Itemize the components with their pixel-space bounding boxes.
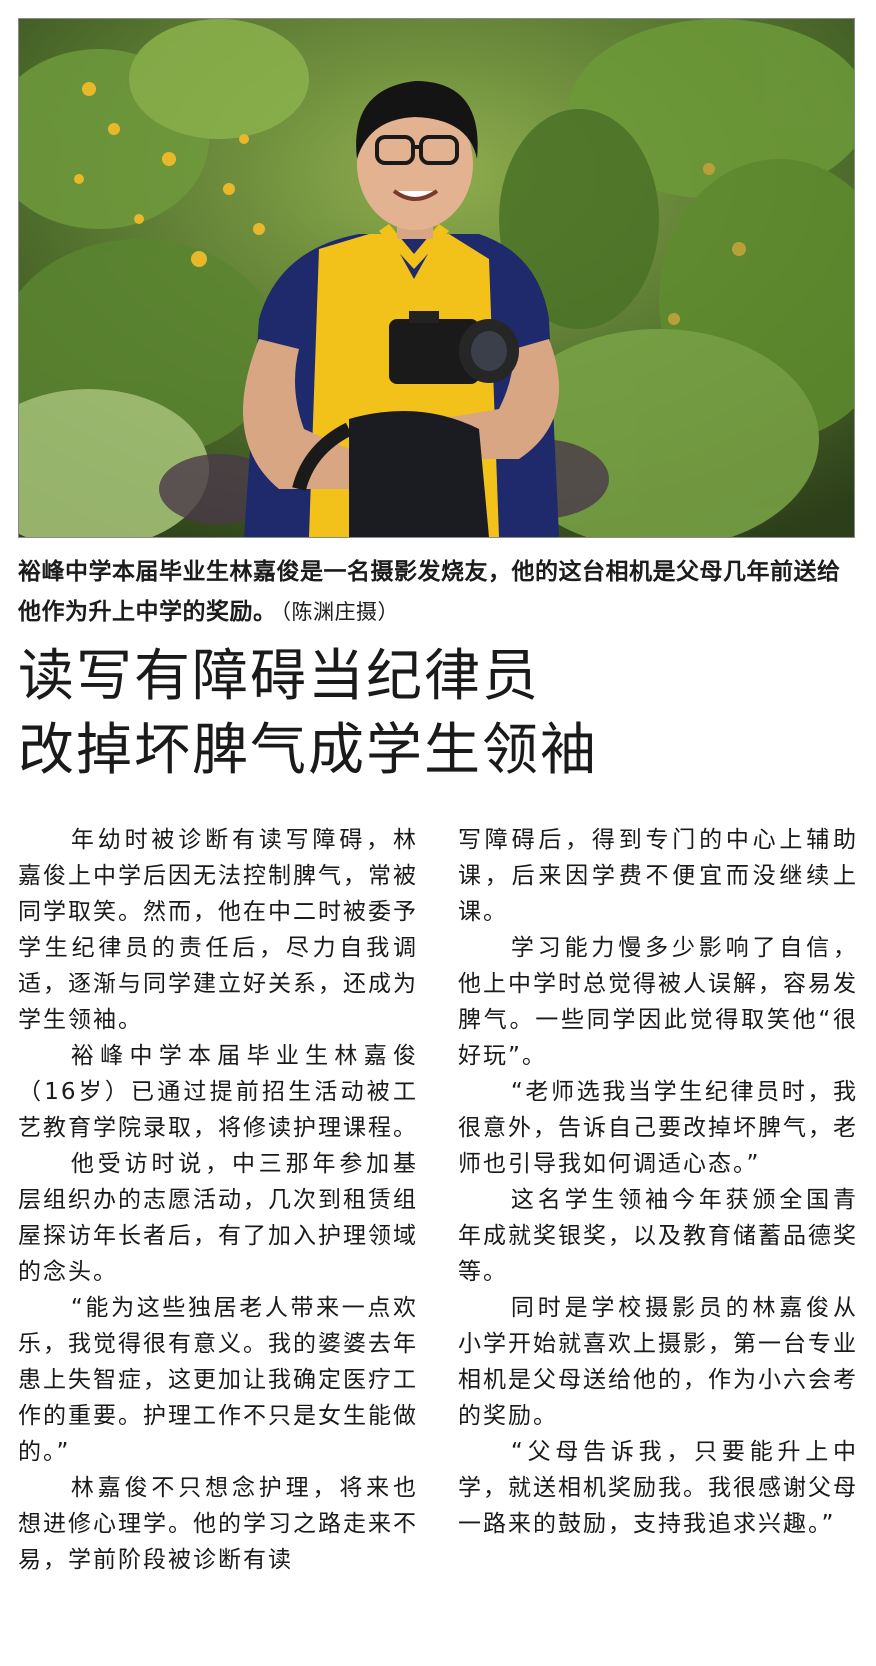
- paragraph: 同时是学校摄影员的林嘉俊从小学开始就喜欢上摄影，第一台专业相机是父母送给他的，作…: [458, 1295, 858, 1429]
- paragraph: 他受访时说，中三那年参加基层组织办的志愿活动，几次到租赁组屋探访年长者后，有了加…: [18, 1151, 418, 1285]
- article-column-left: 年幼时被诊断有读写障碍，林嘉俊上中学后因无法控制脾气，常被同学取笑。然而，他在中…: [18, 822, 418, 1652]
- paragraph: 裕峰中学本届毕业生林嘉俊（16岁）已通过提前招生活动被工艺教育学院录取，将修读护…: [18, 1043, 418, 1141]
- headline-line-1: 读写有障碍当纪律员: [18, 644, 540, 709]
- article-column-right: 写障碍后，得到专门的中心上辅助课，后来因学费不便宜而没继续上课。 学习能力慢多少…: [458, 822, 858, 1652]
- paragraph: “能为这些独居老人带来一点欢乐，我觉得很有意义。我的婆婆去年患上失智症，这更加让…: [18, 1295, 418, 1465]
- headline-line-2: 改掉坏脾气成学生领袖: [18, 718, 598, 783]
- photo-caption: 裕峰中学本届毕业生林嘉俊是一名摄影发烧友，他的这台相机是父母几年前送给他作为升上…: [18, 552, 858, 632]
- paragraph: 写障碍后，得到专门的中心上辅助课，后来因学费不便宜而没继续上课。: [458, 827, 858, 925]
- paragraph: 这名学生领袖今年获颁全国青年成就奖银奖，以及教育储蓄品德奖等。: [458, 1187, 858, 1285]
- article-photo: [18, 18, 855, 538]
- paragraph: 年幼时被诊断有读写障碍，林嘉俊上中学后因无法控制脾气，常被同学取笑。然而，他在中…: [18, 827, 418, 1033]
- caption-credit: （陈渊庄摄）: [280, 600, 399, 624]
- paragraph: “父母告诉我，只要能升上中学，就送相机奖励我。我很感谢父母一路来的鼓励，支持我追…: [458, 1439, 858, 1537]
- paragraph: “老师选我当学生纪律员时，我很意外，告诉自己要改掉坏脾气，老师也引导我如何调适心…: [458, 1079, 858, 1177]
- photo-illustration: [19, 19, 854, 537]
- paragraph: 学习能力慢多少影响了自信，他上中学时总觉得被人误解，容易发脾气。一些同学因此觉得…: [458, 935, 858, 1069]
- article-body: 年幼时被诊断有读写障碍，林嘉俊上中学后因无法控制脾气，常被同学取笑。然而，他在中…: [18, 822, 858, 1652]
- caption-text: 裕峰中学本届毕业生林嘉俊是一名摄影发烧友，他的这台相机是父母几年前送给他作为升上…: [18, 559, 841, 625]
- headline: 读写有障碍当纪律员 改掉坏脾气成学生领袖: [18, 640, 858, 788]
- paragraph: 林嘉俊不只想念护理，将来也想进修心理学。他的学习之路走来不易，学前阶段被诊断有读: [18, 1475, 418, 1573]
